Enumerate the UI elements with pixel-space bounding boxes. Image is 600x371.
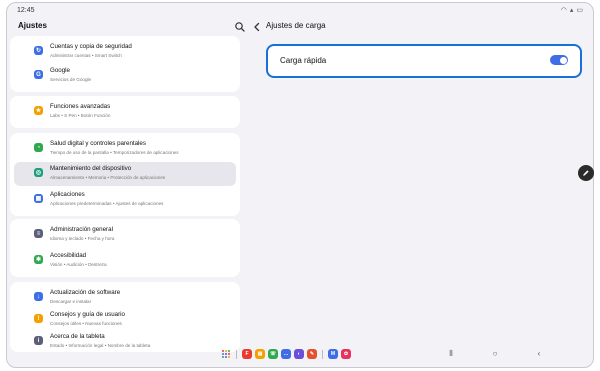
taskbar: F ▤ ☏ … ◐ ✎ M ✿ <box>222 347 351 361</box>
settings-item-subtitle: Visión • Audición • Destreza <box>50 262 107 267</box>
recents-icon[interactable]: ⦀ <box>445 349 457 359</box>
settings-group: ↻ Cuentas y copia de seguridad Administr… <box>10 36 240 92</box>
status-icons: ◠ ▴ ▭ <box>561 7 583 14</box>
settings-item-title: Accesibilidad <box>50 252 87 259</box>
dock-divider <box>236 349 237 359</box>
fast-charging-label: Carga rápida <box>280 56 327 65</box>
settings-item-tips[interactable]: ! Consejos y guía de usuario Consejos út… <box>10 308 232 332</box>
signal-icon: ▴ <box>569 7 574 14</box>
fast-charging-toggle[interactable] <box>550 55 568 65</box>
back-icon[interactable]: ‹ <box>533 349 545 359</box>
settings-item-subtitle: Estado • Información legal • Nombre de l… <box>50 343 151 348</box>
device-care-icon: ◎ <box>34 168 43 177</box>
accessibility-icon: ✱ <box>34 255 43 264</box>
settings-item-title: Acerca de la tableta <box>50 333 105 340</box>
settings-item-accessibility[interactable]: ✱ Accesibilidad Visión • Audición • Dest… <box>10 249 232 273</box>
settings-item-title: Google <box>50 67 70 74</box>
settings-group: ◔ Salud digital y controles parentales T… <box>10 133 240 216</box>
phone-icon[interactable]: ☏ <box>268 349 278 359</box>
app-drawer-icon[interactable] <box>222 349 231 359</box>
settings-item-title: Cuentas y copia de seguridad <box>50 43 132 50</box>
advanced-features-icon: ★ <box>34 106 43 115</box>
page-title: Ajustes <box>18 21 47 30</box>
settings-item-subtitle: Idioma y teclado • Fecha y hora <box>50 236 115 241</box>
samsung-members-icon[interactable]: M <box>328 349 338 359</box>
gallery-icon[interactable]: ✿ <box>341 349 351 359</box>
settings-item-software-update[interactable]: ↓ Actualización de software Descargar e … <box>10 286 232 310</box>
wifi-icon: ◠ <box>560 7 567 14</box>
apps-icon: ▦ <box>34 194 43 203</box>
settings-item-device-care[interactable]: ◎ Mantenimiento del dispositivo Almacena… <box>14 162 236 186</box>
settings-item-google[interactable]: G Google Servicios de Google <box>10 64 232 88</box>
settings-item-subtitle: Servicios de Google <box>50 77 92 82</box>
fast-charging-setting[interactable]: Carga rápida <box>266 44 582 78</box>
settings-item-accounts-backup[interactable]: ↻ Cuentas y copia de seguridad Administr… <box>10 40 232 64</box>
back-arrow-icon[interactable] <box>252 20 262 32</box>
status-time: 12:45 <box>17 7 35 14</box>
settings-header: Ajustes <box>10 16 248 36</box>
settings-item-title: Aplicaciones <box>50 191 85 198</box>
battery-icon: ▭ <box>576 7 583 14</box>
digital-wellbeing-icon: ◔ <box>34 143 43 152</box>
settings-item-title: Administración general <box>50 226 113 233</box>
toggle-knob <box>559 56 567 64</box>
settings-item-title: Funciones avanzadas <box>50 103 111 110</box>
dock-divider <box>322 349 323 359</box>
settings-item-advanced-features[interactable]: ★ Funciones avanzadas Labs • S Pen • Bot… <box>10 100 232 124</box>
general-management-icon: ≡ <box>34 229 43 238</box>
settings-item-subtitle: Aplicaciones predeterminadas • Ajustes d… <box>50 201 164 206</box>
messages-icon[interactable]: … <box>281 349 291 359</box>
settings-item-title: Consejos y guía de usuario <box>50 311 125 318</box>
internet-icon[interactable]: ◐ <box>294 349 304 359</box>
my-files-icon[interactable]: ▤ <box>255 349 265 359</box>
charging-settings-header: Ajustes de carga <box>250 16 570 36</box>
charging-settings-title: Ajustes de carga <box>266 21 326 30</box>
search-icon[interactable] <box>234 20 246 32</box>
settings-item-subtitle: Descargar e instalar <box>50 299 92 304</box>
settings-item-about-tablet[interactable]: i Acerca de la tableta Estado • Informac… <box>10 330 232 348</box>
settings-item-subtitle: Labs • S Pen • Botón Función <box>50 113 111 118</box>
settings-item-subtitle: Administrar cuentas • Smart Switch <box>50 53 122 58</box>
settings-item-subtitle: Consejos útiles • Nuevas funciones <box>50 321 122 326</box>
settings-item-subtitle: Tiempo de uso de la pantalla • Temporiza… <box>50 150 179 155</box>
about-tablet-icon: i <box>34 336 43 345</box>
google-icon: G <box>34 70 43 79</box>
settings-group: ↓ Actualización de software Descargar e … <box>10 282 240 352</box>
software-update-icon: ↓ <box>34 292 43 301</box>
home-icon[interactable]: ○ <box>489 349 501 359</box>
settings-item-apps[interactable]: ▦ Aplicaciones Aplicaciones predetermina… <box>10 188 232 212</box>
samsung-notes-icon[interactable]: ✎ <box>307 349 317 359</box>
backup-icon: ↻ <box>34 46 43 55</box>
settings-item-title: Mantenimiento del dispositivo <box>50 165 132 172</box>
pen-icon[interactable] <box>578 165 594 181</box>
tips-icon: ! <box>34 314 43 323</box>
settings-item-title: Salud digital y controles parentales <box>50 140 146 147</box>
settings-group: ≡ Administración general Idioma y teclad… <box>10 219 240 277</box>
settings-group: ★ Funciones avanzadas Labs • S Pen • Bot… <box>10 96 240 128</box>
flipboard-icon[interactable]: F <box>242 349 252 359</box>
settings-item-subtitle: Almacenamiento • Memoria • Protección de… <box>50 175 166 180</box>
settings-list-panel: Ajustes ↻ Cuentas y copia de seguridad A… <box>10 16 248 352</box>
settings-item-title: Actualización de software <box>50 289 121 296</box>
settings-item-digital-wellbeing[interactable]: ◔ Salud digital y controles parentales T… <box>10 137 232 161</box>
settings-item-general-management[interactable]: ≡ Administración general Idioma y teclad… <box>10 223 232 247</box>
